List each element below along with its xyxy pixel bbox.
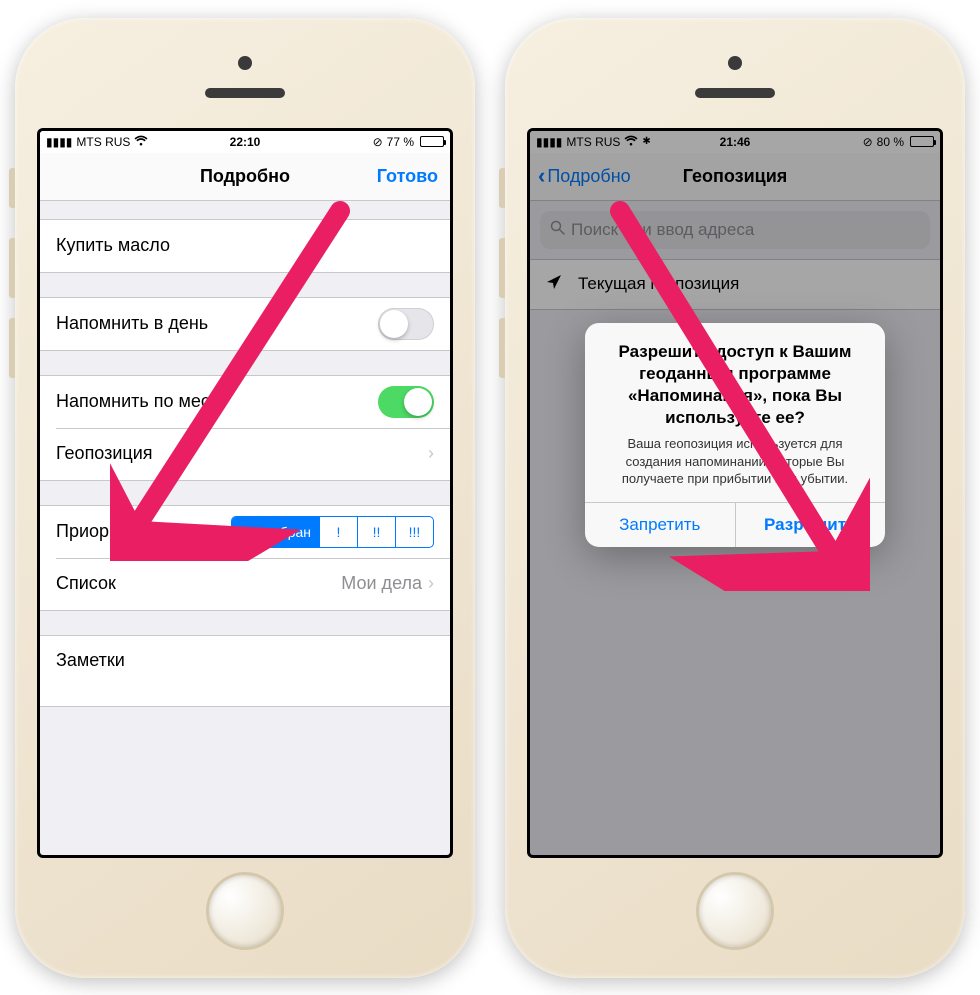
chevron-right-icon: › xyxy=(428,573,434,594)
priority-med[interactable]: !! xyxy=(357,517,395,547)
notes-label: Заметки xyxy=(56,650,125,671)
priority-label: Приоритет xyxy=(56,521,145,542)
remind-day-row[interactable]: Напомнить в день xyxy=(40,298,450,350)
list-label: Список xyxy=(56,573,116,594)
volume-up xyxy=(499,238,505,298)
volume-down xyxy=(499,318,505,378)
mute-switch xyxy=(499,168,505,208)
status-bar: ▮▮▮▮ MTS RUS 22:10 ⊘ 77 % xyxy=(40,131,450,153)
alert-title: Разрешить доступ к Вашим геоданным прогр… xyxy=(601,341,869,429)
clock: 22:10 xyxy=(230,135,261,149)
remind-place-toggle[interactable] xyxy=(378,386,434,418)
volume-down xyxy=(9,318,15,378)
page-title: Подробно xyxy=(200,166,290,187)
camera-dot xyxy=(728,56,742,70)
alert-allow-button[interactable]: Разрешить xyxy=(735,503,886,547)
permission-alert: Разрешить доступ к Вашим геоданным прогр… xyxy=(585,323,885,547)
screen: ▮▮▮▮ MTS RUS ✱ 21:46 ⊘ 80 % ‹ Подро xyxy=(530,131,940,855)
remind-day-toggle[interactable] xyxy=(378,308,434,340)
screen: ▮▮▮▮ MTS RUS 22:10 ⊘ 77 % Подробно Готов… xyxy=(40,131,450,855)
priority-segmented[interactable]: Не выбран ! !! !!! xyxy=(231,516,434,548)
nav-bar: Подробно Готово xyxy=(40,153,450,201)
screen-frame: ▮▮▮▮ MTS RUS 22:10 ⊘ 77 % Подробно Готов… xyxy=(37,128,453,858)
home-button[interactable] xyxy=(696,872,774,950)
remind-place-label: Напомнить по месту xyxy=(56,391,227,412)
content: Купить масло Напомнить в день Напомнить … xyxy=(40,219,450,707)
alert-message: Ваша геопозиция используется для создани… xyxy=(601,435,869,488)
rotation-lock-icon: ⊘ xyxy=(373,135,383,149)
carrier-label: MTS RUS xyxy=(76,135,130,149)
remind-place-row[interactable]: Напомнить по месту xyxy=(40,376,450,428)
location-label: Геопозиция xyxy=(56,443,153,464)
battery-icon xyxy=(420,136,444,147)
priority-none[interactable]: Не выбран xyxy=(232,517,319,547)
reminder-title-field[interactable]: Купить масло xyxy=(40,220,450,272)
phone-left: ▮▮▮▮ MTS RUS 22:10 ⊘ 77 % Подробно Готов… xyxy=(15,18,475,978)
list-row[interactable]: Список Мои дела › xyxy=(40,558,450,610)
done-button[interactable]: Готово xyxy=(377,166,438,187)
priority-high[interactable]: !!! xyxy=(395,517,433,547)
list-value: Мои дела xyxy=(341,573,422,594)
phone-right: ▮▮▮▮ MTS RUS ✱ 21:46 ⊘ 80 % ‹ Подро xyxy=(505,18,965,978)
earpiece xyxy=(695,88,775,98)
remind-day-label: Напомнить в день xyxy=(56,313,208,334)
mute-switch xyxy=(9,168,15,208)
wifi-icon xyxy=(134,135,148,149)
home-button[interactable] xyxy=(206,872,284,950)
earpiece xyxy=(205,88,285,98)
battery-pct: 77 % xyxy=(387,135,414,149)
priority-row[interactable]: Приоритет Не выбран ! !! !!! xyxy=(40,506,450,558)
volume-up xyxy=(9,238,15,298)
chevron-right-icon: › xyxy=(428,443,434,464)
reminder-title-text: Купить масло xyxy=(56,235,170,256)
priority-low[interactable]: ! xyxy=(319,517,357,547)
signal-icon: ▮▮▮▮ xyxy=(46,135,72,149)
camera-dot xyxy=(238,56,252,70)
alert-deny-button[interactable]: Запретить xyxy=(585,503,735,547)
notes-row[interactable]: Заметки xyxy=(40,636,450,706)
screen-frame: ▮▮▮▮ MTS RUS ✱ 21:46 ⊘ 80 % ‹ Подро xyxy=(527,128,943,858)
location-row[interactable]: Геопозиция › xyxy=(40,428,450,480)
